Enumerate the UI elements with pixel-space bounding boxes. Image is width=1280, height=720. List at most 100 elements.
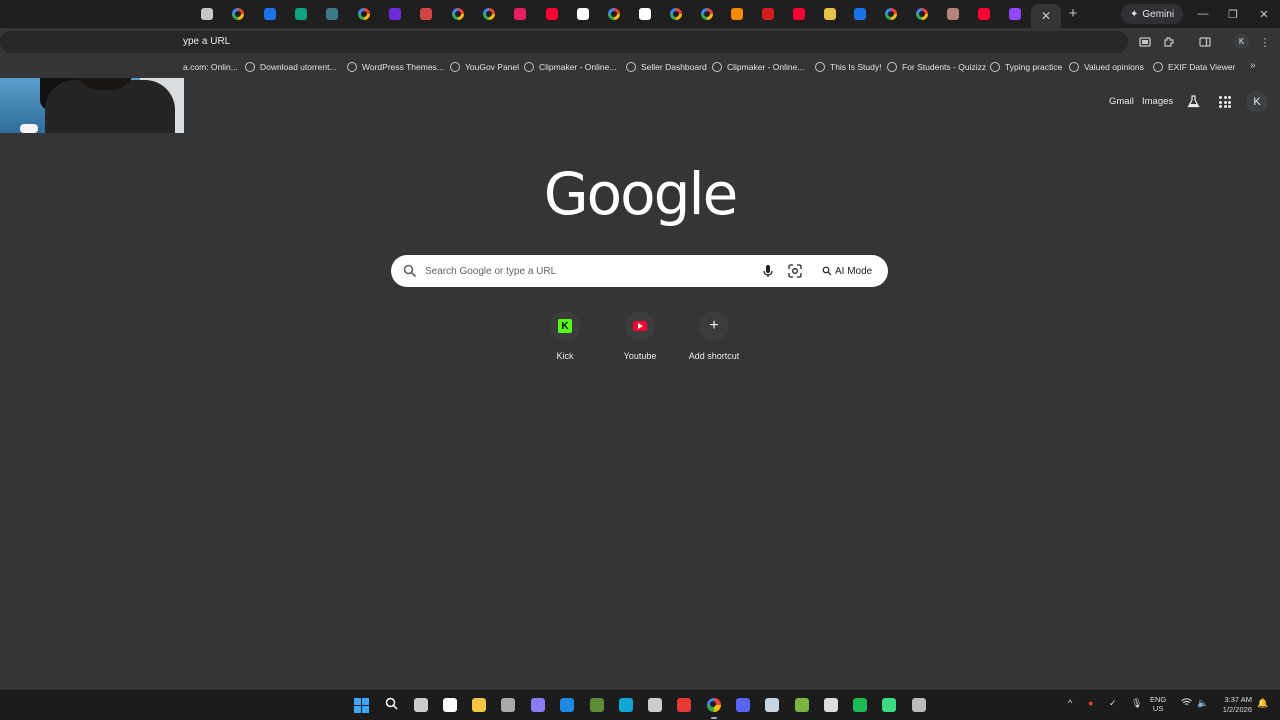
bookmark-item[interactable]: Seller Dashboard (626, 60, 707, 74)
browser-tab[interactable] (636, 5, 654, 23)
menu-dots-icon[interactable]: ⋮ (1257, 34, 1273, 50)
taskbar-app[interactable] (705, 696, 723, 719)
browser-tab[interactable] (574, 5, 592, 23)
taskbar-app[interactable] (675, 696, 693, 714)
microphone-tray-icon[interactable]: 🎙 (1131, 698, 1142, 709)
browser-tab[interactable] (511, 5, 529, 23)
browser-tab[interactable] (667, 5, 685, 23)
add-shortcut-button[interactable]: + Add shortcut (682, 311, 746, 367)
search-box[interactable]: AI Mode (391, 255, 888, 287)
browser-tab[interactable] (198, 5, 216, 23)
browser-tab[interactable] (449, 5, 467, 23)
tray-app-icon[interactable]: ● (1088, 698, 1093, 708)
browser-tab[interactable] (698, 5, 716, 23)
browser-tab[interactable] (292, 5, 310, 23)
taskbar-app[interactable] (352, 696, 370, 714)
notification-bell-icon[interactable]: 🔔 (1257, 698, 1268, 709)
taskbar-app[interactable] (763, 696, 781, 714)
microphone-icon[interactable] (761, 264, 775, 278)
taskbar-app[interactable] (734, 696, 752, 714)
bookmark-item[interactable]: For Students - Quizizz (887, 60, 986, 74)
browser-tab[interactable] (944, 5, 962, 23)
new-tab-button[interactable]: + (1064, 4, 1082, 22)
bookmark-item[interactable]: WordPress Themes... (347, 60, 444, 74)
more-bookmarks-icon[interactable]: » (1250, 60, 1256, 71)
taskbar-app[interactable] (851, 696, 869, 714)
taskbar-app[interactable] (470, 696, 488, 714)
bookmark-item[interactable]: Valued opinions (1069, 60, 1144, 74)
images-link[interactable]: Images (1142, 96, 1173, 107)
active-tab[interactable]: ✕ (1031, 4, 1061, 28)
extensions-icon[interactable] (1161, 34, 1177, 50)
taskbar-app[interactable] (382, 696, 400, 714)
wifi-icon[interactable] (1181, 698, 1192, 709)
browser-tab[interactable] (759, 5, 777, 23)
account-avatar[interactable]: K (1246, 91, 1268, 113)
taskbar-app[interactable] (910, 696, 928, 714)
shortcut-icon-circle: K (550, 311, 580, 341)
bookmark-item[interactable]: Clipmaker - Online... (524, 60, 616, 74)
browser-tab[interactable] (790, 5, 808, 23)
taskbar-app[interactable] (822, 696, 840, 714)
taskbar-app[interactable] (617, 696, 635, 714)
browser-tab[interactable] (323, 5, 341, 23)
shortcut-kick[interactable]: K Kick (533, 311, 597, 367)
search-input[interactable] (425, 261, 755, 281)
restore-icon[interactable]: ❐ (1224, 5, 1242, 23)
google-apps-icon[interactable] (1219, 96, 1231, 108)
taskbar-app[interactable] (793, 696, 811, 714)
browser-tab[interactable] (480, 5, 498, 23)
bookmark-item[interactable]: EXIF Data Viewer (1153, 60, 1235, 74)
shortcut-youtube[interactable]: Youtube (608, 311, 672, 367)
google-lens-icon[interactable] (788, 264, 802, 278)
profile-button[interactable]: K (1234, 34, 1249, 49)
side-panel-icon[interactable] (1197, 34, 1213, 50)
browser-tab[interactable] (1006, 5, 1024, 23)
browser-tab[interactable] (913, 5, 931, 23)
cast-icon[interactable] (1137, 34, 1153, 50)
search-icon (385, 697, 398, 713)
bookmark-item[interactable]: Typing practice (990, 60, 1062, 74)
language-indicator[interactable]: ENG US (1150, 695, 1166, 713)
browser-tab[interactable] (821, 5, 839, 23)
youtube-icon (546, 8, 558, 20)
browser-tab[interactable] (728, 5, 746, 23)
volume-icon[interactable]: 🔈 (1197, 698, 1208, 709)
address-bar[interactable]: ype a URL (0, 31, 1128, 53)
browser-tab[interactable] (975, 5, 993, 23)
browser-tab[interactable] (543, 5, 561, 23)
system-clock[interactable]: 3:37 AM 1/2/2026 (1214, 695, 1252, 715)
close-window-icon[interactable]: ✕ (1255, 5, 1273, 23)
bookmark-item[interactable]: YouGov Panel (450, 60, 519, 74)
taskbar-app[interactable] (646, 696, 664, 714)
taskbar-app[interactable] (558, 696, 576, 714)
tray-app-icon[interactable]: ✓ (1109, 698, 1117, 709)
browser-tab[interactable] (229, 5, 247, 23)
labs-flask-icon[interactable] (1187, 95, 1200, 108)
browser-tab[interactable] (417, 5, 435, 23)
show-hidden-icons-icon[interactable]: ^ (1068, 698, 1072, 708)
google-icon (916, 8, 928, 20)
close-tab-icon[interactable]: ✕ (1041, 9, 1051, 23)
gmail-link[interactable]: Gmail (1109, 96, 1134, 107)
taskbar-app[interactable] (499, 696, 517, 714)
browser-tab[interactable] (851, 5, 869, 23)
taskbar-app[interactable] (529, 696, 547, 714)
taskbar-app[interactable] (880, 696, 898, 714)
bookmark-item[interactable]: Clipmaker - Online... (712, 60, 804, 74)
taskbar-app[interactable] (588, 696, 606, 714)
bookmark-item[interactable]: This Is Study! (815, 60, 882, 74)
minimize-icon[interactable]: — (1194, 5, 1212, 23)
taskbar-app[interactable] (412, 696, 430, 714)
browser-tab[interactable] (355, 5, 373, 23)
browser-tab[interactable] (261, 5, 279, 23)
ai-mode-button[interactable]: AI Mode (816, 260, 878, 282)
gemini-button[interactable]: ✦ Gemini (1121, 4, 1184, 24)
browser-tab[interactable] (605, 5, 623, 23)
taskbar-app[interactable] (441, 696, 459, 714)
globe-icon (1153, 62, 1163, 72)
browser-tab[interactable] (386, 5, 404, 23)
bookmark-item[interactable]: Download utorrent... (245, 60, 337, 74)
bookmark-item[interactable]: a.com: Onlin... (183, 60, 238, 74)
browser-tab[interactable] (882, 5, 900, 23)
